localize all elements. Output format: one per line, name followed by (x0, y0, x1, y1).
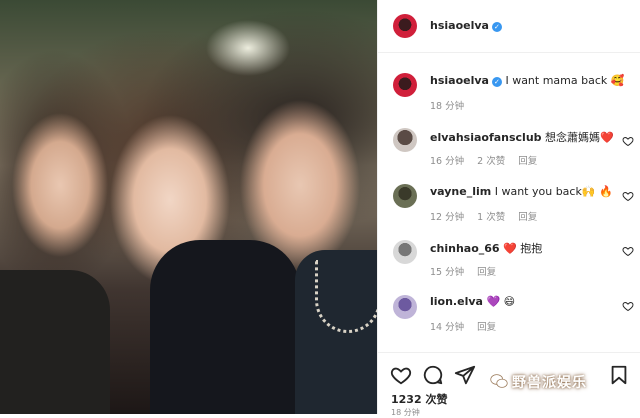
comment-time: 15 分钟 (430, 267, 465, 278)
comment-icon[interactable] (422, 364, 444, 386)
comment-time: 14 分钟 (430, 322, 465, 333)
comment-meta: 14 分钟 回复 (430, 319, 506, 333)
comment-username[interactable]: chinhao_66 (430, 242, 500, 255)
reply-button[interactable]: 回复 (518, 212, 537, 223)
bookmark-icon[interactable] (608, 364, 630, 386)
comment-time: 12 分钟 (430, 212, 465, 223)
comment: elvahsiaofansclub 想念蕭媽媽❤️ (430, 129, 614, 145)
comment-avatar[interactable] (393, 128, 417, 152)
post-header: hsiaoelva ✓ (378, 0, 640, 53)
comment-meta: 12 分钟 1 次赞 回复 (430, 209, 547, 223)
comment: lion.elva 💜 😄 (430, 295, 515, 308)
comment-heart-icon[interactable] (622, 190, 634, 202)
reply-button[interactable]: 回复 (518, 156, 537, 167)
author-avatar[interactable] (393, 14, 417, 38)
reply-button[interactable]: 回复 (477, 322, 496, 333)
caption-text: I want mama back 🥰 (505, 74, 625, 87)
caption: hsiaoelva ✓ I want mama back 🥰 (430, 74, 624, 87)
comment-avatar[interactable] (393, 184, 417, 208)
caption-avatar[interactable] (393, 73, 417, 97)
comment-text: 想念蕭媽媽❤️ (545, 131, 614, 144)
comment-heart-icon[interactable] (622, 135, 634, 147)
comment-time: 16 分钟 (430, 156, 465, 167)
comment-text: I want you back🙌 🔥 (494, 185, 613, 198)
comment-heart-icon[interactable] (622, 300, 634, 312)
verified-badge-icon: ✓ (491, 22, 502, 32)
post-time: 18 分钟 (391, 408, 420, 417)
comment-heart-icon[interactable] (622, 245, 634, 257)
comment-likes[interactable]: 1 次赞 (477, 212, 505, 223)
comment-avatar[interactable] (393, 240, 417, 264)
caption-time: 18 分钟 (430, 101, 465, 112)
comment-meta: 16 分钟 2 次赞 回复 (430, 153, 547, 167)
heart-icon[interactable] (390, 364, 412, 386)
comment: chinhao_66 ❤️ 抱抱 (430, 240, 542, 256)
wechat-icon (490, 374, 508, 388)
comment: vayne_lim I want you back🙌 🔥 (430, 185, 613, 198)
comment-avatar[interactable] (393, 295, 417, 319)
comment-meta: 15 分钟 回复 (430, 264, 506, 278)
comment-username[interactable]: vayne_lim (430, 185, 491, 198)
like-count[interactable]: 1232 次赞 (391, 391, 447, 407)
post-photo[interactable] (0, 0, 381, 414)
caption-username[interactable]: hsiaoelva (430, 74, 489, 87)
share-icon[interactable] (454, 364, 476, 386)
watermark-text: 野兽派娱乐 (512, 375, 587, 391)
photo-detail (150, 240, 300, 414)
caption-meta: 18 分钟 (430, 98, 474, 112)
author-username-text[interactable]: hsiaoelva (430, 19, 489, 32)
comment-username[interactable]: lion.elva (430, 295, 483, 308)
author-username[interactable]: hsiaoelva ✓ (430, 19, 502, 32)
action-bar: 1232 次赞 18 分钟 (378, 352, 640, 417)
reply-button[interactable]: 回复 (477, 267, 496, 278)
verified-badge-icon: ✓ (491, 77, 502, 87)
comment-text: 💜 😄 (486, 295, 516, 308)
comment-likes[interactable]: 2 次赞 (477, 156, 505, 167)
post-side-panel: hsiaoelva ✓ hsiaoelva ✓ I want mama back 🥰… (377, 0, 640, 417)
comment-text: ❤️ 抱抱 (503, 242, 543, 255)
photo-detail (315, 260, 381, 333)
photo-detail (0, 270, 110, 414)
comment-username[interactable]: elvahsiaofansclub (430, 131, 542, 144)
